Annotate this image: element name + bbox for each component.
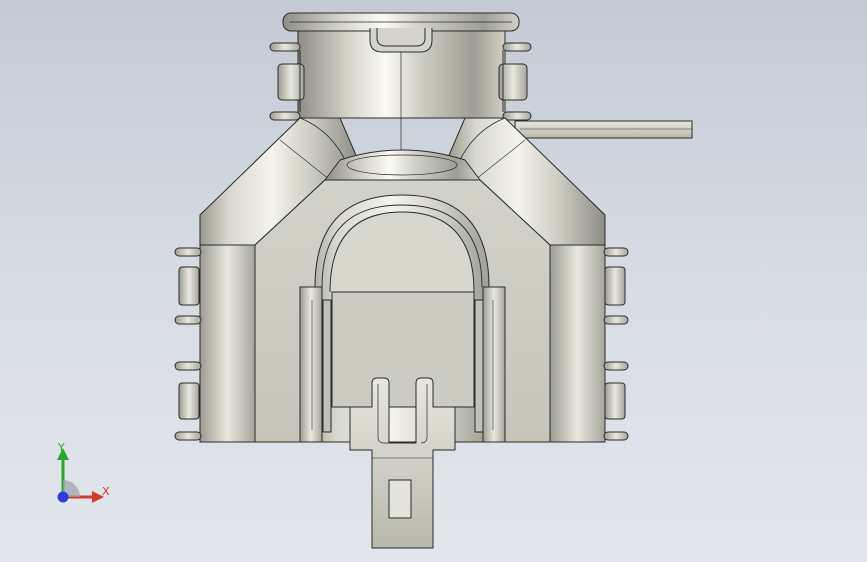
left-side-pins bbox=[174, 247, 202, 441]
right-column bbox=[549, 244, 606, 443]
x-axis-label: X bbox=[102, 485, 110, 498]
coordinate-triad-icon: Y X bbox=[48, 440, 118, 515]
side-arm bbox=[514, 120, 693, 139]
latch-window bbox=[388, 479, 412, 519]
graphics-viewport[interactable]: Y X bbox=[0, 0, 867, 562]
left-inner-wall bbox=[299, 286, 323, 443]
left-column bbox=[199, 244, 256, 443]
y-axis-label: Y bbox=[58, 441, 65, 454]
inner-recess bbox=[331, 291, 475, 408]
top-notch bbox=[369, 28, 433, 53]
cad-part-model[interactable] bbox=[0, 0, 867, 562]
right-inner-wall bbox=[482, 286, 506, 443]
right-side-pins bbox=[603, 247, 629, 441]
